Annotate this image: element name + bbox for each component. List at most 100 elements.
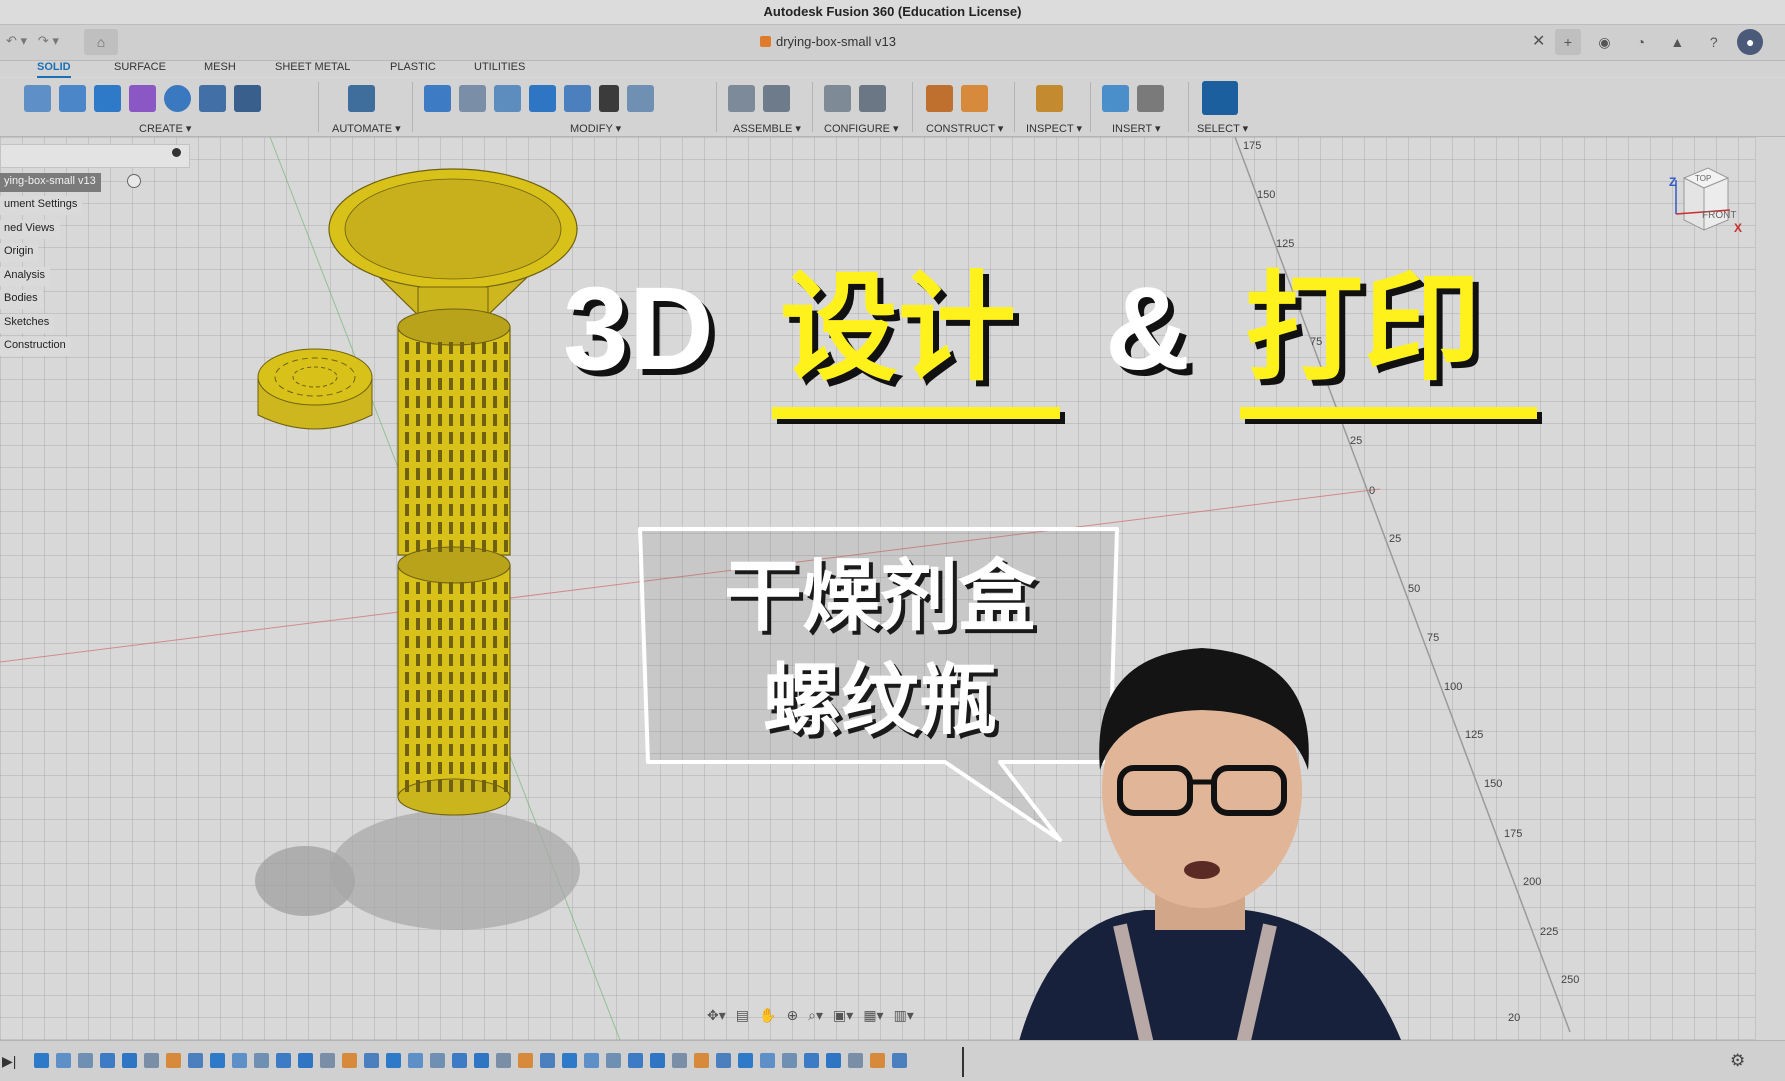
right-scrollbar[interactable] [1755,137,1785,1040]
zoom-icon[interactable]: ⊕ [786,1007,798,1024]
joint-icon[interactable] [728,84,755,112]
timeline-feature-icon[interactable] [672,1053,687,1068]
combine-icon[interactable] [529,84,556,112]
chamfer-icon[interactable] [494,84,521,112]
plane-at-angle-icon[interactable] [961,84,988,112]
offset-plane-icon[interactable] [926,84,953,112]
timeline-feature-icon[interactable] [474,1053,489,1068]
browser-root[interactable]: ying-box-small v13 [0,173,101,192]
timeline-feature-icon[interactable] [584,1053,599,1068]
timeline-feature-icon[interactable] [408,1053,423,1068]
browser-item-named-views[interactable]: ned Views [0,220,60,239]
active-component-radio[interactable] [127,174,141,188]
browser-item-document-settings[interactable]: ument Settings [0,196,83,215]
timeline-feature-icon[interactable] [342,1053,357,1068]
timeline-feature-icon[interactable] [276,1053,291,1068]
timeline-feature-icon[interactable] [540,1053,555,1068]
timeline-feature-icon[interactable] [496,1053,511,1068]
tab-sheet-metal[interactable]: SHEET METAL [275,61,350,73]
timeline-feature-icon[interactable] [848,1053,863,1068]
modify-menu[interactable]: MODIFY ▾ [570,122,621,135]
tab-plastic[interactable]: PLASTIC [390,61,436,73]
inspect-menu[interactable]: INSPECT ▾ [1026,122,1082,135]
timeline-feature-icon[interactable] [34,1053,49,1068]
timeline-feature-icon[interactable] [298,1053,313,1068]
help-icon[interactable]: ? [1701,29,1727,55]
configure-icon[interactable] [824,84,851,112]
timeline-feature-icon[interactable] [210,1053,225,1068]
timeline-feature-icon[interactable] [122,1053,137,1068]
timeline-feature-icon[interactable] [188,1053,203,1068]
timeline-feature-icon[interactable] [144,1053,159,1068]
timeline-feature-icon[interactable] [254,1053,269,1068]
insert-mesh-icon[interactable] [1137,84,1164,112]
gear-icon[interactable]: ⚙ [1730,1051,1745,1071]
construct-menu[interactable]: CONSTRUCT ▾ [926,122,1003,135]
shell-icon[interactable] [234,84,261,112]
timeline-feature-icon[interactable] [56,1053,71,1068]
pattern-icon[interactable] [164,84,191,112]
measure-icon[interactable] [1036,84,1063,112]
timeline-feature-icon[interactable] [452,1053,467,1068]
insert-menu[interactable]: INSERT ▾ [1112,122,1161,135]
collapse-icon[interactable] [172,148,181,157]
view-cube-front-label[interactable]: FRONT [1702,210,1736,221]
configuration-table-icon[interactable] [859,84,886,112]
timeline-feature-icon[interactable] [760,1053,775,1068]
as-built-joint-icon[interactable] [763,84,790,112]
offset-face-icon[interactable] [564,84,591,112]
fillet-icon[interactable] [459,84,486,112]
grid-settings-icon[interactable]: ▦▾ [863,1007,883,1024]
timeline-feature-icon[interactable] [738,1053,753,1068]
insert-derive-icon[interactable] [129,84,156,112]
browser-item-origin[interactable]: Origin [0,243,39,262]
new-tab-icon[interactable]: + [1555,29,1581,55]
timeline-feature-icon[interactable] [320,1053,335,1068]
timeline-feature-icon[interactable] [892,1053,907,1068]
timeline-feature-icon[interactable] [562,1053,577,1068]
timeline-feature-icon[interactable] [232,1053,247,1068]
tab-utilities[interactable]: UTILITIES [474,61,525,73]
create-menu[interactable]: CREATE ▾ [139,122,191,135]
select-icon[interactable] [1202,81,1238,115]
assemble-menu[interactable]: ASSEMBLE ▾ [733,122,801,135]
timeline-feature-icon[interactable] [364,1053,379,1068]
viewports-icon[interactable]: ▥▾ [894,1007,914,1024]
document-tab[interactable]: drying-box-small v13 [760,34,896,49]
orbit-icon[interactable]: ✥▾ [707,1007,726,1024]
browser-item-construction[interactable]: Construction [0,337,71,356]
automate-icon[interactable] [348,84,375,112]
tab-surface[interactable]: SURFACE [114,61,166,73]
view-cube[interactable]: Z TOP FRONT X [1669,166,1742,235]
move-icon[interactable] [599,84,619,112]
timeline-feature-icon[interactable] [782,1053,797,1068]
timeline-marker[interactable] [962,1047,964,1077]
view-cube-top-label[interactable]: TOP [1695,174,1711,183]
look-at-icon[interactable]: ▤ [736,1007,749,1024]
timeline-feature-icon[interactable] [518,1053,533,1068]
timeline-feature-icon[interactable] [386,1053,401,1068]
timeline-feature-icon[interactable] [694,1053,709,1068]
fit-icon[interactable]: ⌕▾ [808,1007,823,1024]
tab-solid[interactable]: SOLID [37,61,71,79]
scale-icon[interactable] [627,84,654,112]
undo-redo-icons[interactable]: ↶ ▾ ↷ ▾ [6,33,59,49]
timeline-feature-icon[interactable] [78,1053,93,1068]
create-form-icon[interactable] [59,84,86,112]
timeline-feature-icon[interactable] [628,1053,643,1068]
timeline-feature-icon[interactable] [606,1053,621,1068]
mirror-icon[interactable] [199,84,226,112]
notifications-icon[interactable]: ▲ [1664,29,1690,55]
display-settings-icon[interactable]: ▣▾ [833,1007,853,1024]
create-sketch-icon[interactable] [24,84,51,112]
close-tab-button[interactable]: ✕ [1532,31,1545,51]
automate-menu[interactable]: AUTOMATE ▾ [332,122,401,135]
browser-item-analysis[interactable]: Analysis [0,267,50,286]
insert-canvas-icon[interactable] [1102,84,1129,112]
browser-item-bodies[interactable]: Bodies [0,290,43,309]
timeline-feature-icon[interactable] [650,1053,665,1068]
timeline-feature-icon[interactable] [870,1053,885,1068]
timeline-feature-icon[interactable] [826,1053,841,1068]
browser-item-sketches[interactable]: Sketches [0,314,55,333]
pan-icon[interactable]: ✋ [759,1007,776,1024]
